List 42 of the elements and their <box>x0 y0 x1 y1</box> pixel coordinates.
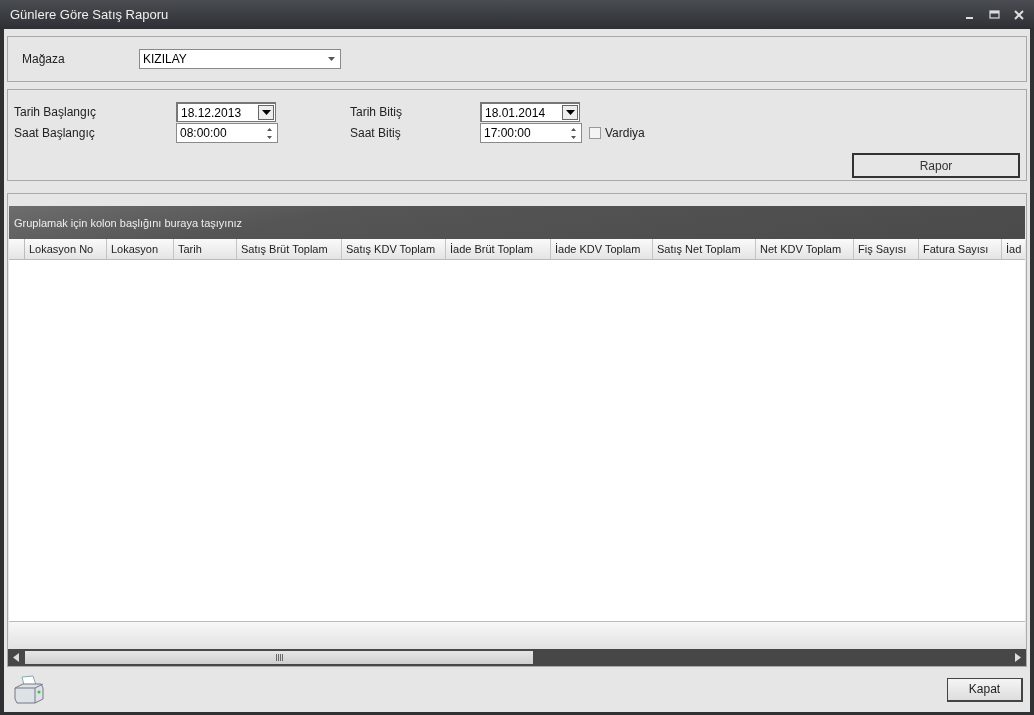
shift-checkbox[interactable] <box>589 127 601 139</box>
scroll-right-icon[interactable] <box>1015 653 1021 662</box>
column-header[interactable]: Tarih <box>174 239 237 259</box>
dropdown-button[interactable] <box>258 105 274 120</box>
caret-icon <box>565 110 575 115</box>
start-date-label: Tarih Başlangıç <box>14 105 98 119</box>
end-date-label: Tarih Bitiş <box>349 105 403 119</box>
column-header[interactable]: Satış Brüt Toplam <box>237 239 342 259</box>
column-header[interactable]: Net KDV Toplam <box>756 239 854 259</box>
printer-icon[interactable] <box>13 674 45 705</box>
horizontal-scrollbar[interactable] <box>8 649 1026 666</box>
column-header[interactable]: Fiş Sayısı <box>854 239 919 259</box>
column-header[interactable]: İad <box>1002 239 1025 259</box>
end-time-label: Saat Bitiş <box>349 126 402 140</box>
close-button[interactable]: Kapat <box>947 677 1023 702</box>
store-label: Mağaza <box>22 52 66 66</box>
column-header[interactable]: İade KDV Toplam <box>551 239 653 259</box>
column-header[interactable]: Lokasyon No <box>25 239 107 259</box>
scroll-left-icon[interactable] <box>13 653 19 662</box>
store-dropdown[interactable]: KIZILAY <box>139 49 341 69</box>
shift-label: Vardiya <box>605 126 645 140</box>
column-header[interactable]: Fatura Sayısı <box>919 239 1002 259</box>
column-header[interactable]: Satış Net Toplam <box>653 239 756 259</box>
group-hint: Gruplamak için kolon başlığını buraya taşıyınız <box>14 216 243 229</box>
window-title: Günlere Göre Satış Raporu <box>10 7 169 22</box>
spinner-icon[interactable] <box>266 126 273 140</box>
scroll-thumb[interactable] <box>25 651 533 664</box>
report-button[interactable]: Rapor <box>852 153 1020 178</box>
caret-icon <box>261 110 271 115</box>
column-header[interactable]: Lokasyon <box>107 239 174 259</box>
maximize-icon[interactable] <box>989 9 1000 20</box>
end-time-field[interactable]: 17:00:00 <box>480 123 582 143</box>
column-header[interactable]: İade Brüt Toplam <box>446 239 551 259</box>
spinner-icon[interactable] <box>570 126 577 140</box>
start-time-field[interactable]: 08:00:00 <box>176 123 278 143</box>
end-date-field[interactable]: 18.01.2014 <box>480 102 580 122</box>
dropdown-button[interactable] <box>562 105 578 120</box>
start-time-label: Saat Başlangıç <box>14 126 96 140</box>
column-header[interactable]: Satış KDV Toplam <box>342 239 446 259</box>
close-icon[interactable] <box>1014 9 1024 20</box>
start-date-field[interactable]: 18.12.2013 <box>176 102 276 122</box>
caret-icon <box>328 57 335 61</box>
